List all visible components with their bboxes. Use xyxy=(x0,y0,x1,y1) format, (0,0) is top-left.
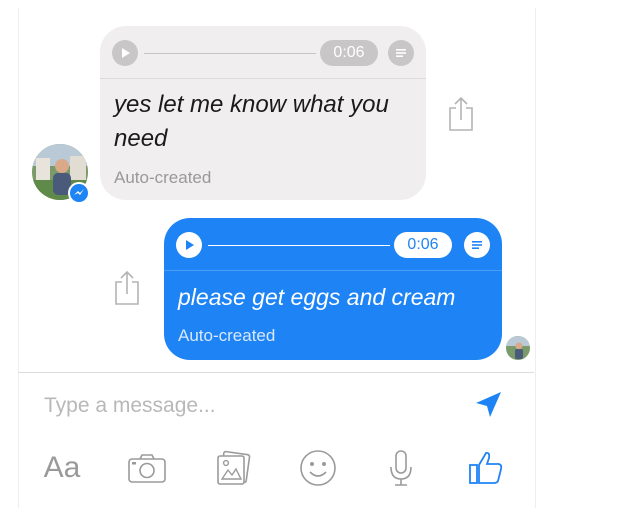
read-receipt-avatar xyxy=(506,336,530,360)
messenger-badge-icon xyxy=(68,182,90,204)
photo-gallery-icon xyxy=(217,450,251,485)
emoji-button[interactable] xyxy=(298,448,338,488)
like-button[interactable] xyxy=(466,448,506,488)
audio-progress-track[interactable] xyxy=(144,53,316,54)
play-button[interactable] xyxy=(176,232,202,258)
camera-button[interactable] xyxy=(126,448,168,488)
audio-player: 0:06 xyxy=(176,232,490,260)
menu-lines-icon xyxy=(472,241,482,249)
play-button[interactable] xyxy=(112,40,138,66)
audio-progress-track[interactable] xyxy=(208,245,390,246)
audio-duration: 0:06 xyxy=(394,232,452,258)
bubble-divider xyxy=(164,270,502,271)
photo-gallery-button[interactable] xyxy=(212,448,254,488)
send-arrow-icon xyxy=(476,392,501,417)
transcript-menu-button[interactable] xyxy=(464,232,490,258)
menu-lines-icon xyxy=(396,49,406,57)
emoji-icon xyxy=(300,450,336,486)
voice-transcript: please get eggs and cream xyxy=(178,284,456,310)
bubble-divider xyxy=(100,78,426,79)
message-input[interactable] xyxy=(44,392,444,420)
share-icon xyxy=(115,270,139,305)
auto-created-label: Auto-created xyxy=(114,168,212,187)
play-icon xyxy=(122,48,130,58)
thumbs-up-icon xyxy=(469,451,503,484)
share-icon xyxy=(449,96,473,131)
microphone-button[interactable] xyxy=(386,448,416,488)
outgoing-voice-message: 0:06 please get eggs and cream Auto-crea… xyxy=(164,218,502,360)
text-format-label: Aa xyxy=(43,451,81,484)
voice-transcript: yes let me know what you need xyxy=(114,91,389,152)
text-format-button[interactable]: Aa xyxy=(38,448,86,488)
transcript-menu-button[interactable] xyxy=(388,40,414,66)
microphone-icon xyxy=(390,450,412,486)
auto-created-label: Auto-created xyxy=(178,326,276,345)
composer-divider xyxy=(18,372,534,373)
incoming-voice-message: 0:06 yes let me know what you need Auto-… xyxy=(100,26,426,200)
audio-player: 0:06 xyxy=(112,40,414,68)
play-icon xyxy=(186,240,194,250)
send-button[interactable] xyxy=(472,388,504,420)
audio-duration: 0:06 xyxy=(320,40,378,66)
camera-icon xyxy=(128,454,166,483)
share-button[interactable] xyxy=(112,270,142,306)
share-button[interactable] xyxy=(446,96,476,132)
